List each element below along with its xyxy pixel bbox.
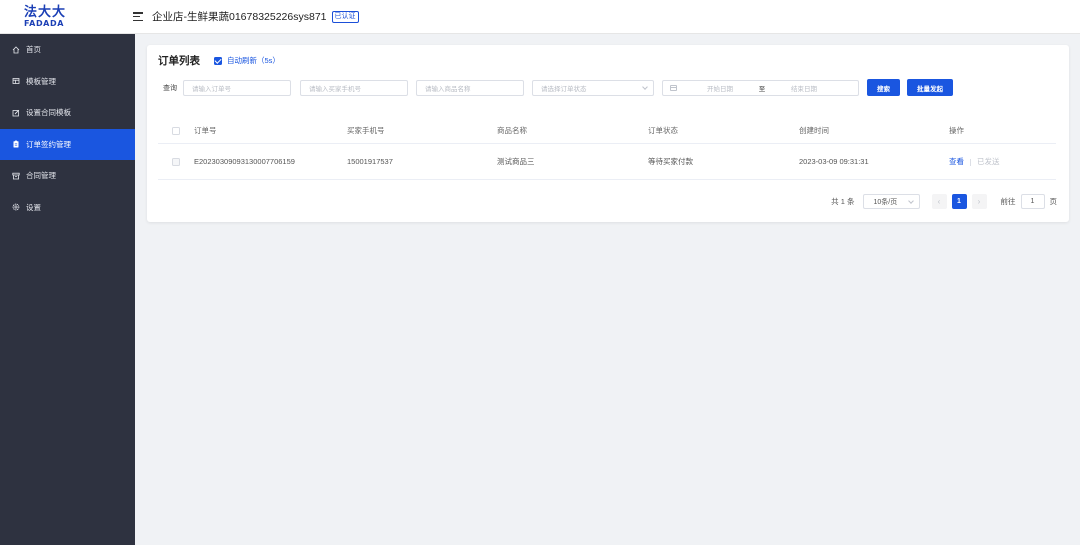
chevron-down-icon (642, 83, 648, 90)
template-icon (11, 77, 20, 86)
actions-cell: 查看 已发送 (949, 156, 1056, 167)
column-header: 买家手机号 (347, 126, 385, 135)
gear-icon (11, 203, 20, 212)
table-row: E2023030909313000770615​9 15001917537 测试… (158, 144, 1056, 180)
auto-refresh-toggle[interactable]: 自动刷新（5s） (214, 55, 280, 66)
order-number-input[interactable]: 请输入订单号 (183, 79, 291, 96)
column-header: 商品名称 (497, 126, 527, 135)
order-status-cell: 等待买家付款 (648, 157, 693, 166)
order-number-cell: E2023030909313000770615​9 (194, 157, 295, 166)
home-icon (11, 45, 20, 54)
sidebar-item-settings[interactable]: 设置 (0, 192, 135, 224)
shop-title: 企业店-生鲜果蔬01678325226sys871 (152, 11, 327, 23)
date-range-picker[interactable]: 开始日期 至 结束日期 (662, 79, 859, 96)
orders-table: 订单号 买家手机号 商品名称 订单状态 创建时间 操作 E20230309093… (158, 118, 1056, 180)
sidebar-item-label: 首页 (26, 45, 41, 55)
view-link[interactable]: 查看 (949, 157, 964, 166)
column-header: 创建时间 (799, 126, 829, 135)
start-date-field[interactable]: 开始日期 (685, 83, 755, 93)
filter-bar: 查询 请输入订单号 请输入买家手机号 请输入商品名称 请选择订单状态 开始日期 … (163, 79, 953, 96)
calendar-icon (670, 84, 677, 91)
total-count: 共 1 条 (831, 197, 855, 206)
sidebar-item-label: 模板管理 (26, 76, 56, 86)
page-number-button[interactable]: 1 (951, 194, 967, 209)
created-time-cell: 2023-03-09 09:31:31 (799, 157, 869, 166)
sidebar-item-label: 合同管理 (26, 171, 56, 181)
sidebar-item-home[interactable]: 首页 (0, 34, 135, 66)
sidebar: 首页 模板管理 设置合同模板 订单签约管理 合同管理 设置 (0, 34, 135, 545)
product-name-cell: 测试商品三 (497, 157, 535, 166)
prev-page-button[interactable]: ‹ (931, 194, 947, 209)
verified-badge: 已认证 (331, 10, 359, 23)
search-button[interactable]: 搜索 (867, 79, 900, 96)
filter-label: 查询 (163, 84, 177, 92)
sidebar-item-label: 设置 (26, 202, 41, 212)
end-date-field[interactable]: 结束日期 (769, 83, 839, 93)
order-status-select[interactable]: 请选择订单状态 (532, 79, 654, 96)
chevron-down-icon (907, 197, 914, 204)
sidebar-item-label: 设置合同模板 (26, 108, 71, 118)
logo-sub-text: FADADA (24, 18, 65, 28)
goto-suffix: 页 (1049, 197, 1058, 206)
clipboard-icon (11, 140, 20, 149)
top-header: 法大大 FADADA 企业店-生鲜果蔬01678325226sys871 已认证 (0, 0, 1080, 34)
menu-toggle-icon[interactable] (133, 12, 143, 21)
page-title: 订单列表 (158, 55, 200, 67)
action-divider (970, 158, 971, 166)
goto-page-input[interactable]: 1 (1020, 194, 1045, 209)
fadada-logo[interactable]: 法大大 FADADA (0, 0, 135, 34)
row-checkbox[interactable] (172, 157, 180, 166)
sidebar-item-label: 订单签约管理 (26, 139, 71, 149)
product-name-input[interactable]: 请输入商品名称 (416, 79, 524, 96)
page-size-select[interactable]: 10条/页 (862, 194, 920, 209)
sidebar-item-templates[interactable]: 模板管理 (0, 66, 135, 98)
next-page-button[interactable]: › (971, 194, 987, 209)
buyer-phone-input[interactable]: 请输入买家手机号 (300, 79, 408, 96)
column-header: 订单状态 (648, 126, 678, 135)
buyer-phone-cell: 15001917537 (347, 157, 393, 166)
batch-initiate-button[interactable]: 批量发起 (907, 79, 953, 96)
auto-refresh-checkbox[interactable] (214, 56, 222, 65)
column-header: 操作 (949, 126, 964, 135)
sidebar-item-contract-template-settings[interactable]: 设置合同模板 (0, 97, 135, 129)
date-range-separator: 至 (758, 85, 766, 93)
archive-icon (11, 171, 20, 180)
goto-label: 前往 (1000, 197, 1016, 206)
column-header: 订单号 (194, 126, 217, 135)
select-all-checkbox[interactable] (172, 126, 180, 135)
sent-status-link: 已发送 (977, 157, 1000, 166)
pagination: 共 1 条 10条/页 ‹ 1 › 前往 1 页 (831, 194, 1057, 209)
sidebar-item-contracts[interactable]: 合同管理 (0, 160, 135, 192)
order-list-card: 订单列表 自动刷新（5s） 查询 请输入订单号 请输入买家手机号 请输入商品名称… (147, 45, 1069, 222)
sidebar-item-order-signing[interactable]: 订单签约管理 (0, 128, 135, 160)
table-header: 订单号 买家手机号 商品名称 订单状态 创建时间 操作 (158, 118, 1056, 144)
auto-refresh-label: 自动刷新（5s） (227, 56, 280, 65)
edit-icon (11, 108, 20, 117)
card-header: 订单列表 自动刷新（5s） (158, 53, 280, 68)
logo-main-text: 法大大 (24, 4, 67, 20)
